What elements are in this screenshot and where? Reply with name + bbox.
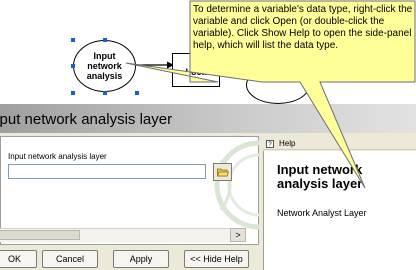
help-icon: ? <box>266 140 274 148</box>
help-title: Input network analysis layer <box>277 162 363 191</box>
tool-node-label: A Loca <box>185 57 207 77</box>
input-variable-node[interactable]: Input network analysis <box>73 40 136 92</box>
input-variable-label: Input network analysis <box>86 51 123 81</box>
open-folder-icon <box>216 168 229 177</box>
dialog-title: Input network analysis layer <box>0 111 173 128</box>
help-tab[interactable]: Help <box>279 139 295 148</box>
apply-button[interactable]: Apply <box>113 250 169 268</box>
tool-node[interactable]: A Loca <box>172 53 220 87</box>
network-layer-input[interactable] <box>8 164 206 179</box>
connector-arrow <box>136 61 174 69</box>
selection-handle[interactable] <box>103 91 107 95</box>
help-data-type: Network Analyst Layer <box>277 208 367 218</box>
scrollbar-thumb[interactable] <box>0 230 80 240</box>
selection-handle[interactable] <box>103 38 107 42</box>
field-label: Input network analysis layer <box>8 152 107 161</box>
selection-handle[interactable] <box>71 64 75 68</box>
selection-handle[interactable] <box>135 91 139 95</box>
cancel-button[interactable]: Cancel <box>42 250 98 268</box>
selection-handle[interactable] <box>71 91 75 95</box>
scroll-right-button[interactable]: > <box>230 228 246 242</box>
output-variable-node[interactable] <box>246 66 310 104</box>
chevron-right-icon: > <box>235 230 241 240</box>
selection-handle[interactable] <box>71 38 75 42</box>
hide-help-button[interactable]: << Hide Help <box>184 250 249 268</box>
browse-button[interactable] <box>213 163 232 181</box>
callout-text: To determine a variable's data type, rig… <box>193 4 413 51</box>
globe-watermark-icon <box>214 140 259 230</box>
ok-button[interactable]: OK <box>0 250 37 268</box>
